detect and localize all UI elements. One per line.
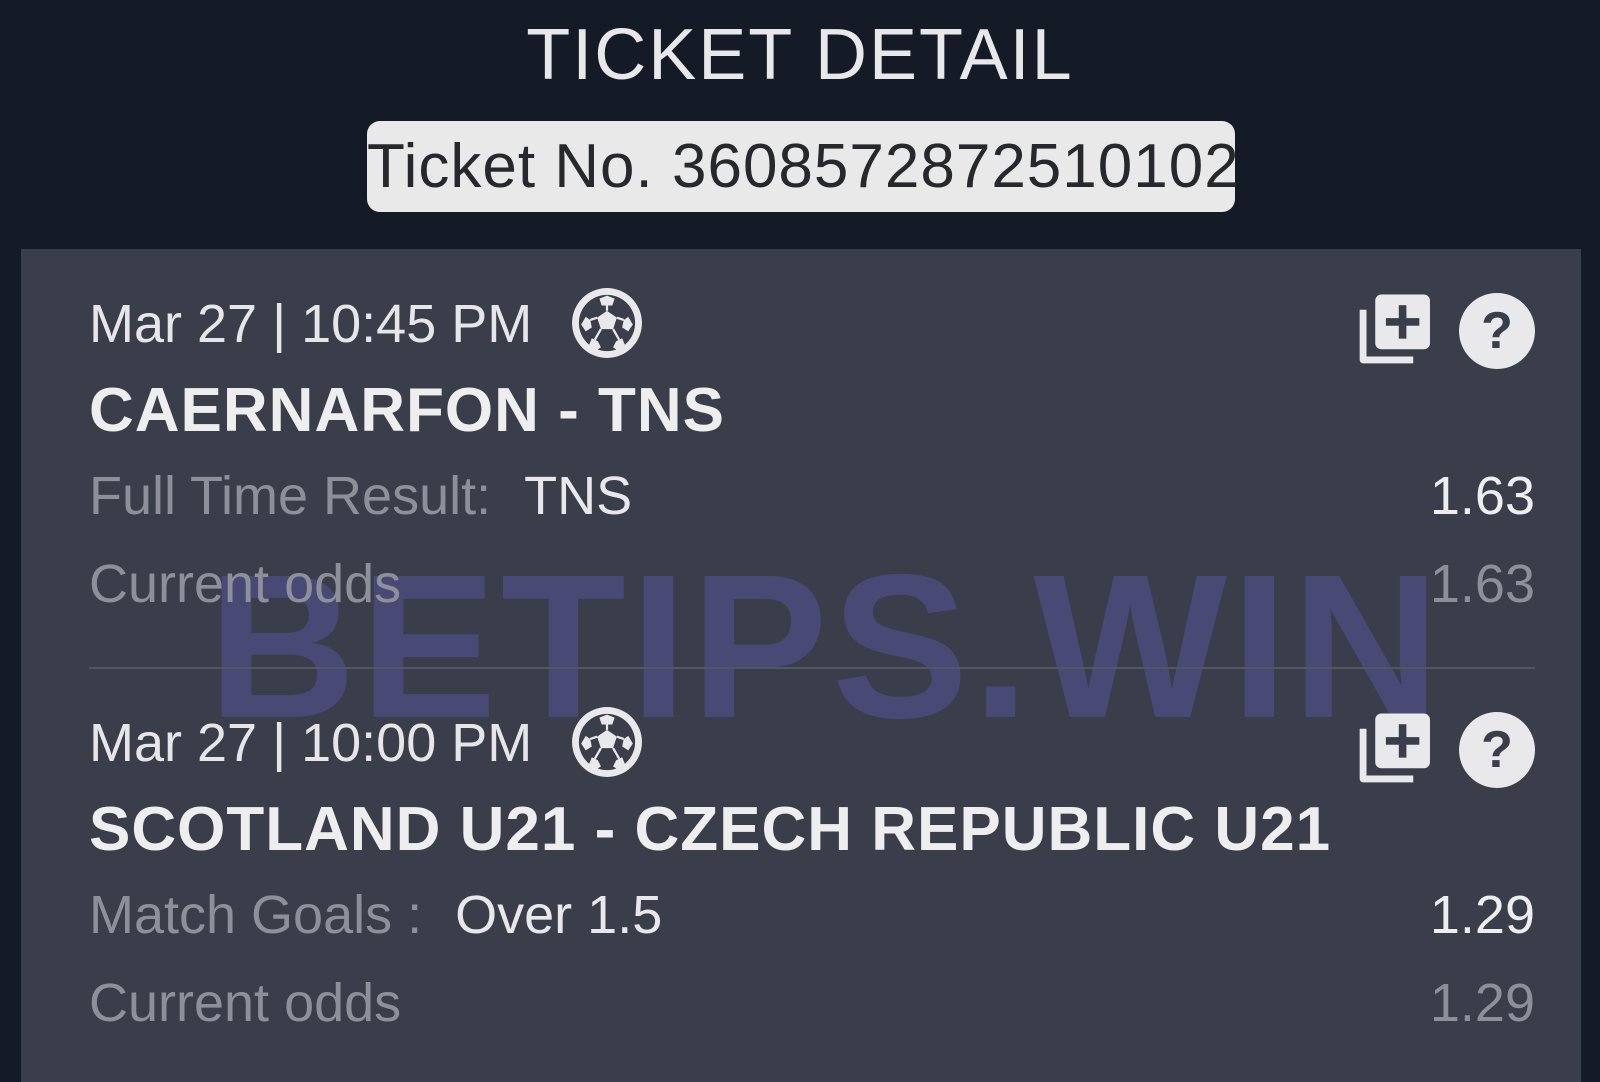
market-label: Match Goals : xyxy=(89,885,423,945)
odds-value: 1.63 xyxy=(1429,466,1535,526)
help-icon[interactable]: ? xyxy=(1459,712,1535,788)
ticket-number-badge: Ticket No. 3608572872510102 xyxy=(367,121,1239,212)
bet-datetime: Mar 27 | 10:00 PM xyxy=(89,713,533,773)
selection-value: TNS xyxy=(524,466,633,526)
current-odds-value: 1.63 xyxy=(1429,554,1535,614)
market-label: Full Time Result: xyxy=(89,466,492,526)
bet-datetime: Mar 27 | 10:45 PM xyxy=(89,294,533,354)
soccer-ball-icon xyxy=(572,288,642,358)
soccer-ball-icon xyxy=(572,707,642,777)
current-odds-row: Current odds 1.63 xyxy=(89,553,1535,615)
current-odds-value: 1.29 xyxy=(1429,973,1535,1033)
market-row: Full Time Result: TNS 1.63 xyxy=(89,465,1535,527)
selection-value: Over 1.5 xyxy=(455,885,663,945)
current-odds-row: Current odds 1.29 xyxy=(89,972,1535,1034)
current-odds-label: Current odds xyxy=(89,973,402,1033)
add-to-betslip-icon[interactable] xyxy=(1357,709,1433,785)
current-odds-label: Current odds xyxy=(89,554,402,614)
add-to-betslip-icon[interactable] xyxy=(1357,290,1433,366)
odds-value: 1.29 xyxy=(1429,885,1535,945)
help-icon[interactable]: ? xyxy=(1459,293,1535,369)
bet-divider xyxy=(89,667,1535,669)
match-name: CAERNARFON - TNS xyxy=(89,376,725,445)
page-title: TICKET DETAIL xyxy=(526,15,1074,95)
match-name: SCOTLAND U21 - CZECH REPUBLIC U21 xyxy=(89,795,1332,864)
ticket-bets-panel: BETIPS.WIN Mar 27 | 10:45 PM ? CAERNARFO… xyxy=(21,249,1581,1082)
market-row: Match Goals : Over 1.5 1.29 xyxy=(89,884,1535,946)
